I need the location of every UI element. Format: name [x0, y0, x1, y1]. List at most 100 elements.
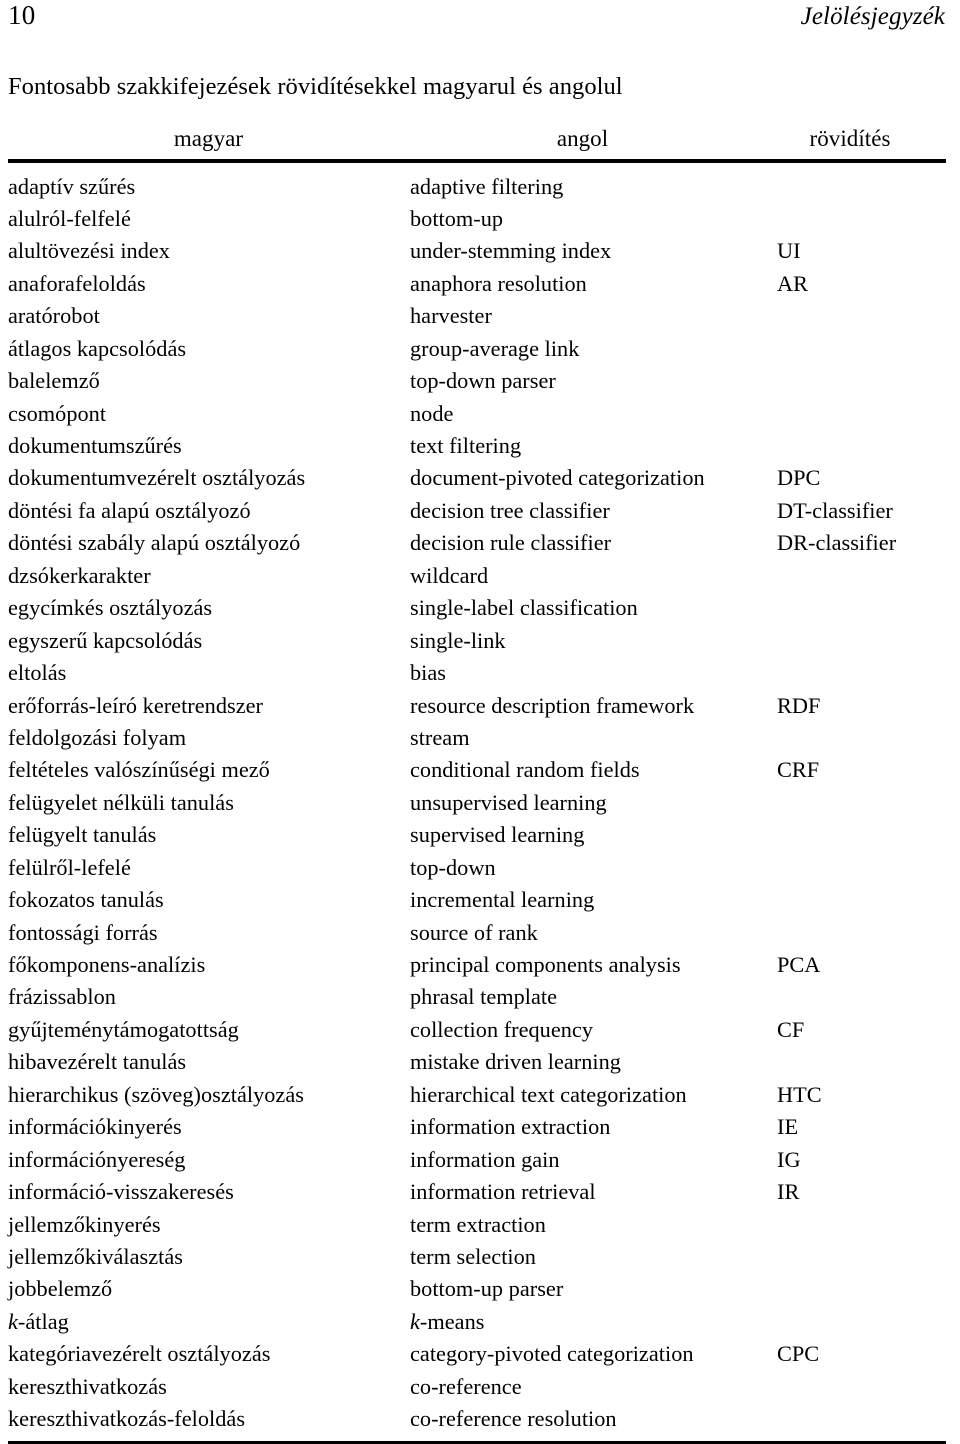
cell-hungarian: dokumentumszűrés: [8, 433, 182, 458]
cell-hungarian: információkinyerés: [8, 1114, 182, 1140]
table-row: információkinyerés information extraction…: [8, 1114, 946, 1148]
cell-abbreviation: CRF: [777, 757, 820, 783]
cell-english: source of rank: [410, 919, 538, 945]
cell-abbreviation: [760, 403, 946, 435]
table-row: dzsókerkarakter wildcard: [8, 564, 946, 597]
table-row: felügyelt tanulás supervised learning: [8, 822, 946, 856]
table-row: eltolás bias: [8, 661, 946, 694]
cell-hungarian: hibavezérelt tanulás: [8, 1049, 187, 1075]
cell-english: mistake driven learning: [410, 1049, 621, 1075]
cell-hungarian: aratórobot: [8, 303, 100, 329]
cell-abbreviation: [760, 1376, 946, 1408]
cell-english: term extraction: [410, 1211, 546, 1237]
cell-english: k-means: [410, 1308, 485, 1334]
cell-english: anaphora resolution: [410, 270, 587, 296]
table-row: fokozatos tanulás incremental learning: [8, 887, 946, 921]
table-row: jellemzőkiválasztás term selection: [8, 1243, 946, 1278]
table-row: balelemző top-down parser: [8, 368, 946, 402]
cell-abbreviation: IR: [777, 1179, 800, 1205]
cell-hungarian: feldolgozási folyam: [8, 724, 187, 750]
cell-english: resource description framework: [410, 692, 695, 718]
column-header-abbreviation: rövidítés: [809, 125, 891, 151]
column-header-english: angol: [556, 125, 609, 151]
cell-hungarian: feltételes valószínűségi mező: [8, 757, 270, 783]
cell-english: decision tree classifier: [410, 497, 610, 523]
table-bottom-rule: [8, 1439, 946, 1444]
table-row: alultövezési index under-stemming index UI: [8, 240, 946, 272]
table-row: egyszerű kapcsolódás single-link: [8, 627, 946, 662]
table-row: csomópont node: [8, 402, 946, 435]
cell-hungarian: alultövezési index: [8, 238, 170, 264]
cell-abbreviation: [760, 435, 946, 467]
running-head: 10 Jelölésjegyzék: [8, 0, 946, 44]
cell-hungarian: felügyelt tanulás: [8, 822, 157, 848]
glossary-table: magyar angol rövidítés adaptív szűrés ada…: [8, 120, 946, 1444]
cell-hungarian: anaforafeloldás: [8, 270, 146, 296]
cell-abbreviation: [760, 1214, 946, 1246]
table-row: hierarchikus (szöveg)osztályozás hierarch…: [8, 1081, 946, 1116]
document-page: 10 Jelölésjegyzék Fontosabb szakkifejezé…: [0, 0, 960, 1444]
cell-english: principal components analysis: [410, 952, 681, 977]
cell-abbreviation: [760, 1278, 946, 1310]
cell-english: phrasal template: [410, 984, 558, 1010]
cell-english: bottom-up parser: [410, 1276, 564, 1302]
table-row: döntési szabály alapú osztályozó decision…: [8, 532, 946, 564]
italic-symbol: k: [410, 1308, 420, 1334]
cell-english: supervised learning: [410, 822, 585, 848]
cell-abbreviation: [760, 1311, 946, 1343]
cell-english: term selection: [410, 1243, 536, 1269]
cell-abbreviation: [760, 1246, 946, 1278]
cell-english: adaptive filtering: [410, 173, 564, 199]
cell-english: bottom-up: [410, 205, 504, 231]
cell-hungarian: átlagos kapcsolódás: [8, 335, 187, 361]
cell-hungarian: jobbelemző: [8, 1276, 113, 1302]
cell-hungarian: jellemzőkinyerés: [8, 1211, 161, 1237]
cell-hungarian: k-átlag: [8, 1308, 69, 1334]
cell-english: information gain: [410, 1146, 560, 1172]
cell-abbreviation: HTC: [777, 1081, 822, 1107]
table-caption: Fontosabb szakkifejezések rövidítésekkel…: [8, 73, 623, 100]
table-row: alulról-felfelé bottom-up: [8, 205, 946, 240]
cell-hungarian: kereszthivatkozás-feloldás: [8, 1406, 246, 1432]
cell-abbreviation: [760, 630, 946, 662]
cell-english: co-reference: [410, 1373, 522, 1399]
table-row: feltételes valószínűségi mező conditional…: [8, 759, 946, 791]
cell-hungarian: egyszerű kapcsolódás: [8, 627, 203, 653]
cell-abbreviation: RDF: [777, 692, 821, 718]
table-row: fontossági forrás source of rank: [8, 919, 946, 954]
cell-abbreviation: DT-classifier: [777, 497, 893, 523]
table-row: hibavezérelt tanulás mistake driven learn…: [8, 1051, 946, 1083]
cell-english: decision rule classifier: [410, 530, 612, 556]
table-row: aratórobot harvester: [8, 303, 946, 337]
cell-hungarian: egycímkés osztályozás: [8, 595, 213, 621]
table-row: frázissablon phrasal template: [8, 986, 946, 1018]
table-row: információ-visszakeresés information retr…: [8, 1179, 946, 1213]
cell-abbreviation: [760, 857, 946, 889]
cell-hungarian: hierarchikus (szöveg)osztályozás: [8, 1081, 304, 1107]
table-row: egycímkés osztályozás single-label classi…: [8, 595, 946, 629]
cell-english: stream: [410, 724, 470, 750]
cell-english: top-down: [410, 854, 496, 880]
table-row: dokumentumvezérelt osztályozás document-p…: [8, 467, 946, 499]
cell-english: text filtering: [410, 433, 522, 458]
cell-english: co-reference resolution: [410, 1406, 617, 1432]
cell-english: information extraction: [410, 1114, 611, 1140]
cell-abbreviation: [760, 597, 946, 629]
table-row: gyűjteménytámogatottság collection freque…: [8, 1016, 946, 1051]
cell-hungarian: erőforrás-leíró keretrendszer: [8, 692, 263, 718]
cell-abbreviation: CF: [777, 1016, 805, 1042]
cell-hungarian: döntési szabály alapú osztályozó: [8, 530, 301, 556]
cell-hungarian: adaptív szűrés: [8, 173, 136, 199]
cell-abbreviation: [760, 305, 946, 337]
cell-hungarian: felülről-lefelé: [8, 854, 131, 880]
cell-abbreviation: AR: [777, 270, 809, 296]
cell-abbreviation: [760, 922, 946, 954]
cell-english: unsupervised learning: [410, 789, 607, 815]
cell-hungarian: felügyelet nélküli tanulás: [8, 789, 234, 815]
cell-english: harvester: [410, 303, 492, 329]
cell-english: incremental learning: [410, 887, 595, 913]
cell-abbreviation: [760, 792, 946, 824]
cell-hungarian: balelemző: [8, 368, 100, 394]
cell-abbreviation: [760, 889, 946, 921]
table-row: felülről-lefelé top-down: [8, 854, 946, 889]
